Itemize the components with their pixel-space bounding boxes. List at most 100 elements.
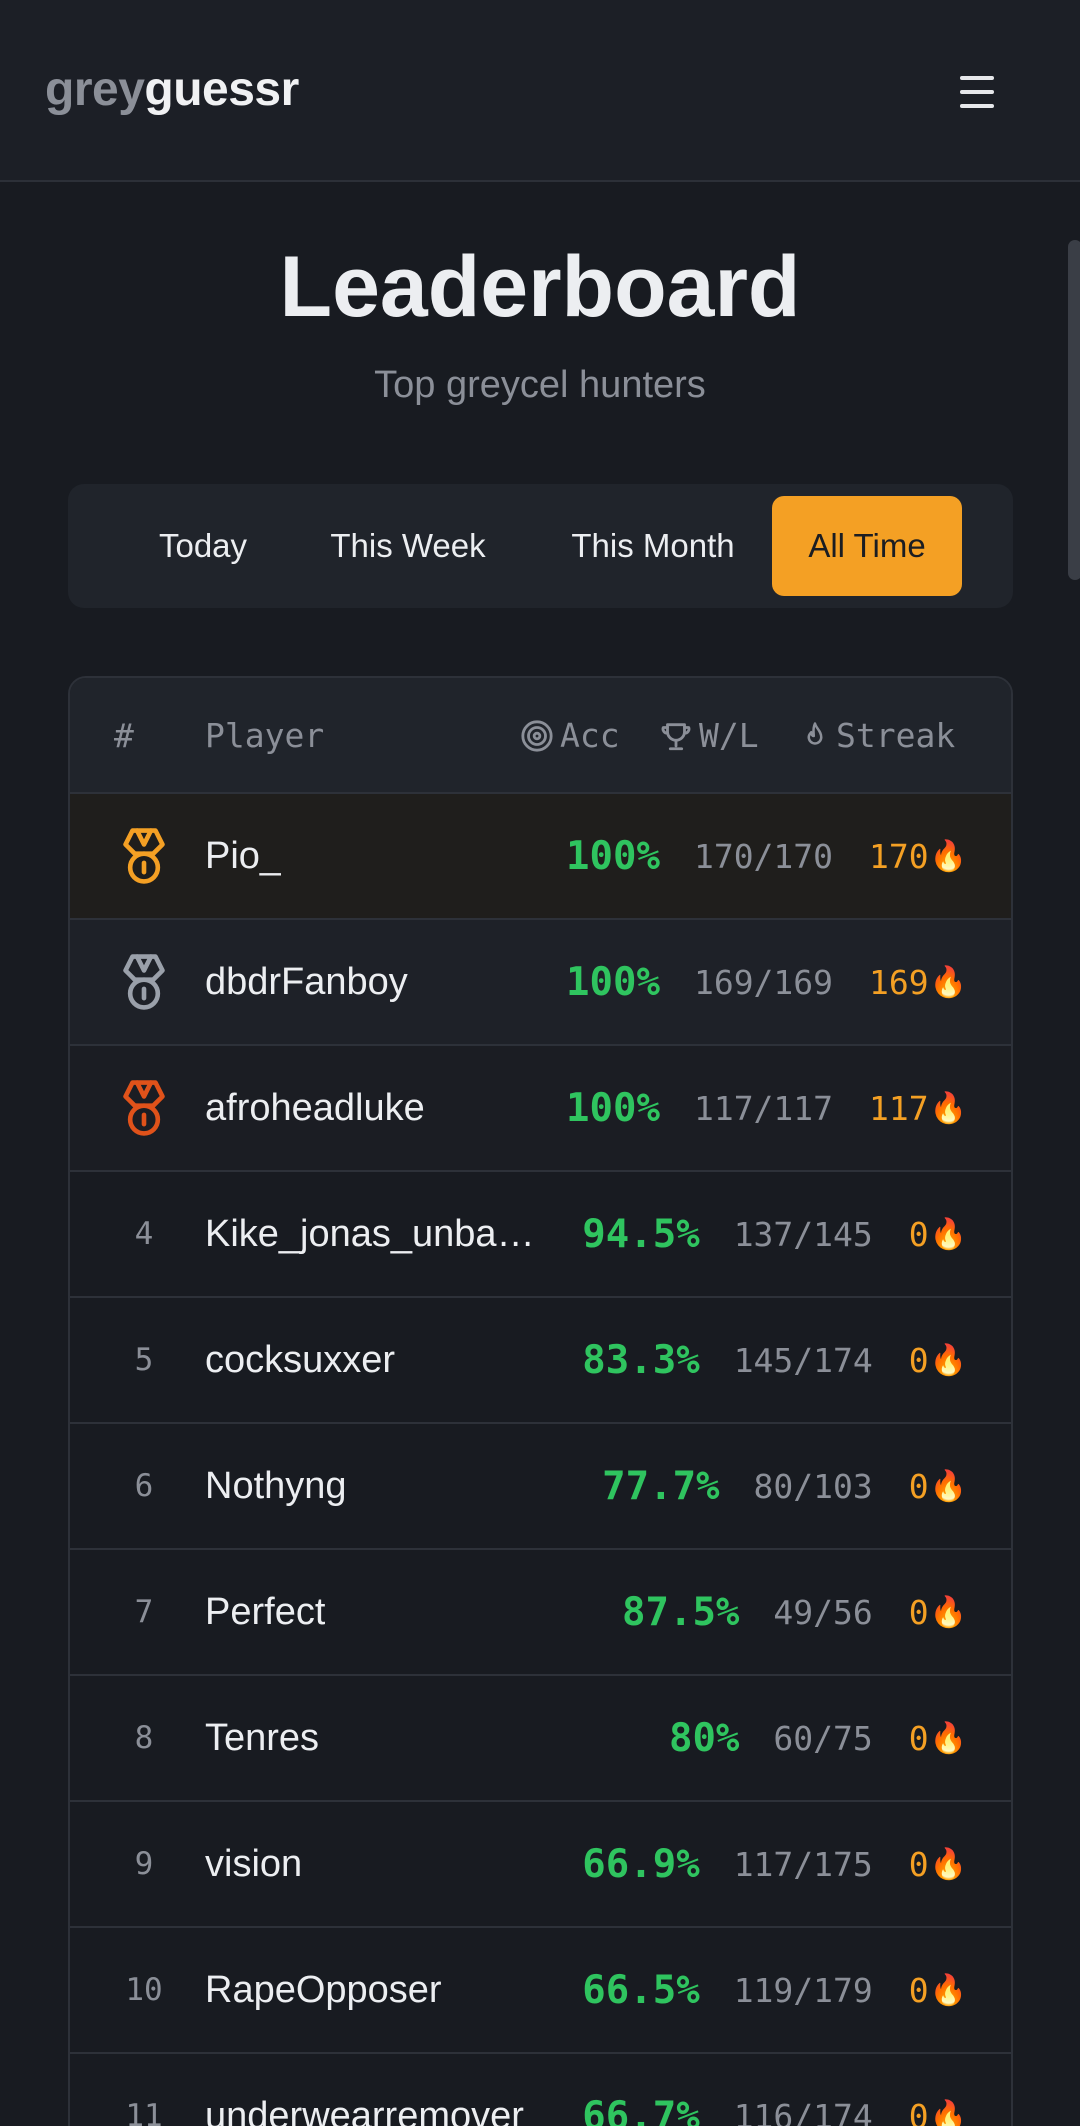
streak-count: 0	[908, 1718, 929, 1758]
win-loss-value: 116/174	[733, 2096, 873, 2126]
streak-count: 0	[908, 1340, 929, 1380]
medal-icon	[123, 828, 165, 884]
table-row[interactable]: 10 RapeOpposer 66.5% 119/179 0 🔥	[70, 1928, 1011, 2054]
header-wl: W/L	[659, 716, 759, 755]
streak-value: 169 🔥	[869, 963, 967, 1002]
player-stats: 83.3% 145/174 0 🔥	[582, 1298, 967, 1422]
player-name[interactable]: underwearremover	[205, 2054, 524, 2126]
streak-count: 0	[908, 1592, 929, 1632]
logo[interactable]: greyguessr	[45, 62, 299, 117]
player-name[interactable]: vision	[205, 1802, 302, 1926]
trophy-icon	[661, 722, 691, 750]
header-rank: #	[114, 716, 134, 755]
table-row[interactable]: Pio_ 100% 170/170 170 🔥	[70, 794, 1011, 920]
rank-number: 8	[134, 1720, 154, 1756]
win-loss-value: 170/170	[693, 836, 834, 876]
player-name[interactable]: Nothyng	[205, 1424, 347, 1548]
player-name[interactable]: Pio_	[205, 794, 281, 918]
flame-icon: 🔥	[929, 1216, 967, 1252]
table-header: # Player Acc W/L Streak	[70, 678, 1011, 794]
flame-icon	[807, 721, 823, 745]
accuracy-value: 77.7%	[602, 1463, 720, 1509]
player-name[interactable]: Tenres	[205, 1676, 319, 1800]
table-row[interactable]: 6 Nothyng 77.7% 80/103 0 🔥	[70, 1424, 1011, 1550]
streak-count: 170	[869, 836, 929, 876]
streak-count: 117	[869, 1088, 929, 1128]
player-stats: 66.9% 117/175 0 🔥	[582, 1802, 967, 1926]
win-loss-value: 119/179	[733, 1970, 873, 2010]
player-name[interactable]: Perfect	[205, 1550, 325, 1674]
page-title: Leaderboard	[279, 239, 801, 335]
flame-icon: 🔥	[929, 1846, 967, 1882]
flame-icon: 🔥	[929, 1342, 967, 1378]
header-streak-label: Streak	[836, 716, 956, 755]
streak-value: 0 🔥	[909, 1845, 967, 1884]
streak-value: 0 🔥	[909, 1593, 967, 1632]
rank-number: 5	[134, 1342, 154, 1378]
page-subtitle: Top greycel hunters	[374, 364, 706, 406]
player-stats: 100% 117/117 117 🔥	[566, 1046, 967, 1170]
accuracy-value: 100%	[566, 959, 660, 1005]
tab-this-month[interactable]: This Month	[538, 496, 768, 596]
win-loss-value: 117/175	[733, 1844, 873, 1884]
player-name[interactable]: cocksuxxer	[205, 1298, 395, 1422]
tab-this-week[interactable]: This Week	[308, 496, 508, 596]
player-stats: 66.7% 116/174 0 🔥	[582, 2054, 967, 2126]
streak-value: 0 🔥	[909, 1971, 967, 2010]
player-stats: 66.5% 119/179 0 🔥	[582, 1928, 967, 2052]
accuracy-value: 94.5%	[582, 1211, 700, 1257]
streak-count: 0	[908, 1844, 929, 1884]
table-row[interactable]: 4 Kike_jonas_unba… 94.5% 137/145 0 🔥	[70, 1172, 1011, 1298]
leaderboard-table: # Player Acc W/L Streak Pio_ 100% 170/170 1…	[68, 676, 1013, 2126]
flame-icon: 🔥	[929, 1720, 967, 1756]
accuracy-value: 100%	[566, 1085, 660, 1131]
player-stats: 100% 170/170 170 🔥	[566, 794, 967, 918]
flame-icon: 🔥	[929, 838, 967, 874]
table-row[interactable]: afroheadluke 100% 117/117 117 🔥	[70, 1046, 1011, 1172]
rank-number: 6	[134, 1468, 154, 1504]
flame-icon: 🔥	[929, 2098, 967, 2126]
logo-guessr: guessr	[144, 63, 299, 116]
medal-icon	[123, 954, 165, 1010]
header-player: Player	[205, 716, 325, 755]
player-name[interactable]: Kike_jonas_unba…	[205, 1172, 535, 1296]
flame-icon: 🔥	[929, 964, 967, 1000]
streak-count: 0	[908, 1466, 929, 1506]
streak-value: 0 🔥	[909, 1215, 967, 1254]
tab-today[interactable]: Today	[128, 496, 278, 596]
menu-button[interactable]	[952, 70, 1002, 114]
target-icon	[521, 719, 553, 752]
win-loss-value: 60/75	[773, 1718, 873, 1758]
flame-icon: 🔥	[929, 1468, 967, 1504]
win-loss-value: 117/117	[693, 1088, 834, 1128]
rank-medal	[114, 794, 174, 918]
tab-all-time[interactable]: All Time	[772, 496, 962, 596]
streak-count: 0	[908, 1214, 929, 1254]
streak-value: 0 🔥	[909, 2097, 967, 2126]
table-row[interactable]: 5 cocksuxxer 83.3% 145/174 0 🔥	[70, 1298, 1011, 1424]
streak-count: 0	[908, 2096, 929, 2126]
top-header: greyguessr	[0, 0, 1080, 182]
table-row[interactable]: dbdrFanboy 100% 169/169 169 🔥	[70, 920, 1011, 1046]
player-stats: 100% 169/169 169 🔥	[566, 920, 967, 1044]
player-name[interactable]: RapeOpposer	[205, 1928, 442, 2052]
rank-number: 11	[125, 2098, 163, 2126]
flame-icon: 🔥	[929, 1594, 967, 1630]
header-wl-label: W/L	[699, 716, 759, 755]
flame-icon: 🔥	[929, 1090, 967, 1126]
table-row[interactable]: 9 vision 66.9% 117/175 0 🔥	[70, 1802, 1011, 1928]
streak-value: 0 🔥	[909, 1719, 967, 1758]
flame-icon: 🔥	[929, 1972, 967, 2008]
player-name[interactable]: afroheadluke	[205, 1046, 425, 1170]
win-loss-value: 137/145	[733, 1214, 873, 1254]
accuracy-value: 66.5%	[582, 1967, 700, 2013]
accuracy-value: 87.5%	[622, 1589, 740, 1635]
table-row[interactable]: 8 Tenres 80% 60/75 0 🔥	[70, 1676, 1011, 1802]
table-row[interactable]: 11 underwearremover 66.7% 116/174 0 🔥	[70, 2054, 1011, 2126]
rank-medal	[114, 1046, 174, 1170]
table-row[interactable]: 7 Perfect 87.5% 49/56 0 🔥	[70, 1550, 1011, 1676]
streak-value: 170 🔥	[869, 837, 967, 876]
player-stats: 80% 60/75 0 🔥	[669, 1676, 967, 1800]
rank-medal	[114, 920, 174, 1044]
player-name[interactable]: dbdrFanboy	[205, 920, 408, 1044]
